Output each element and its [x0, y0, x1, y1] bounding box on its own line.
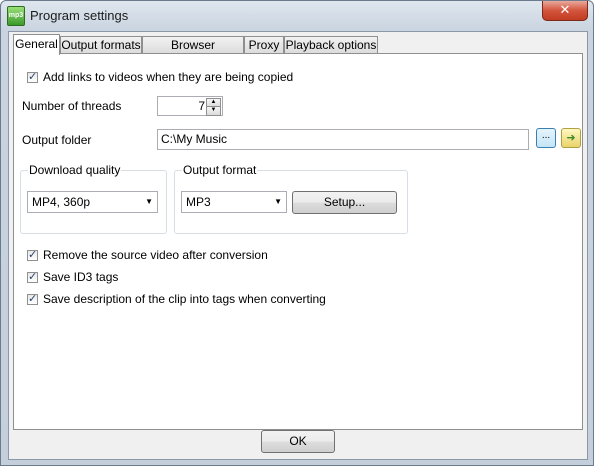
tab-general[interactable]: General: [13, 34, 60, 55]
threads-spinner[interactable]: 7 ▲ ▼: [157, 96, 223, 116]
ellipsis-icon: ...: [541, 130, 551, 141]
download-quality-group: Download quality MP4, 360p ▼: [20, 163, 167, 234]
open-folder-icon: ➜: [566, 132, 576, 144]
window-title: Program settings: [30, 8, 129, 23]
download-quality-label: Download quality: [28, 163, 122, 177]
down-arrow-icon[interactable]: ▼: [206, 106, 221, 116]
save-description-checkbox[interactable]: [27, 292, 38, 305]
remove-source-checkbox[interactable]: [27, 248, 38, 261]
output-format-select[interactable]: MP3 ▼: [181, 191, 287, 213]
download-quality-value: MP4, 360p: [32, 195, 91, 209]
save-id3-checkbox[interactable]: [27, 270, 38, 283]
tab-proxy[interactable]: Proxy: [244, 36, 284, 53]
tab-browser-integration[interactable]: Browser integration: [142, 36, 244, 69]
output-folder-label: Output folder: [22, 133, 92, 147]
dialog-body: General Output formats Browser integrati…: [8, 31, 588, 460]
threads-value: 7: [198, 99, 205, 113]
setup-button[interactable]: Setup...: [292, 191, 397, 214]
ok-button[interactable]: OK: [261, 430, 335, 453]
title-bar[interactable]: mp3 Program settings ✕: [1, 1, 593, 31]
close-button[interactable]: ✕: [542, 1, 588, 21]
add-links-label[interactable]: Add links to videos when they are being …: [43, 70, 293, 84]
browse-button[interactable]: ...: [536, 128, 556, 148]
download-quality-select[interactable]: MP4, 360p ▼: [27, 191, 158, 213]
output-format-value: MP3: [186, 195, 211, 209]
app-icon: mp3: [7, 6, 25, 26]
open-folder-button[interactable]: ➜: [561, 128, 581, 148]
save-id3-label[interactable]: Save ID3 tags: [43, 270, 118, 284]
settings-window: mp3 Program settings ✕ General Output fo…: [0, 0, 594, 466]
threads-label: Number of threads: [22, 99, 122, 113]
add-links-checkbox[interactable]: [27, 70, 38, 83]
output-format-label: Output format: [182, 163, 258, 177]
chevron-down-icon: ▼: [274, 197, 282, 206]
remove-source-label[interactable]: Remove the source video after conversion: [43, 248, 268, 262]
output-format-group: Output format MP3 ▼ Setup...: [174, 163, 408, 234]
save-description-label[interactable]: Save description of the clip into tags w…: [43, 292, 326, 306]
chevron-down-icon: ▼: [145, 197, 153, 206]
output-folder-input[interactable]: C:\My Music: [157, 129, 529, 150]
general-tab-panel: Add links to videos when they are being …: [13, 53, 583, 430]
tab-output-formats[interactable]: Output formats: [60, 36, 142, 53]
tab-playback-options[interactable]: Playback options: [284, 36, 378, 53]
